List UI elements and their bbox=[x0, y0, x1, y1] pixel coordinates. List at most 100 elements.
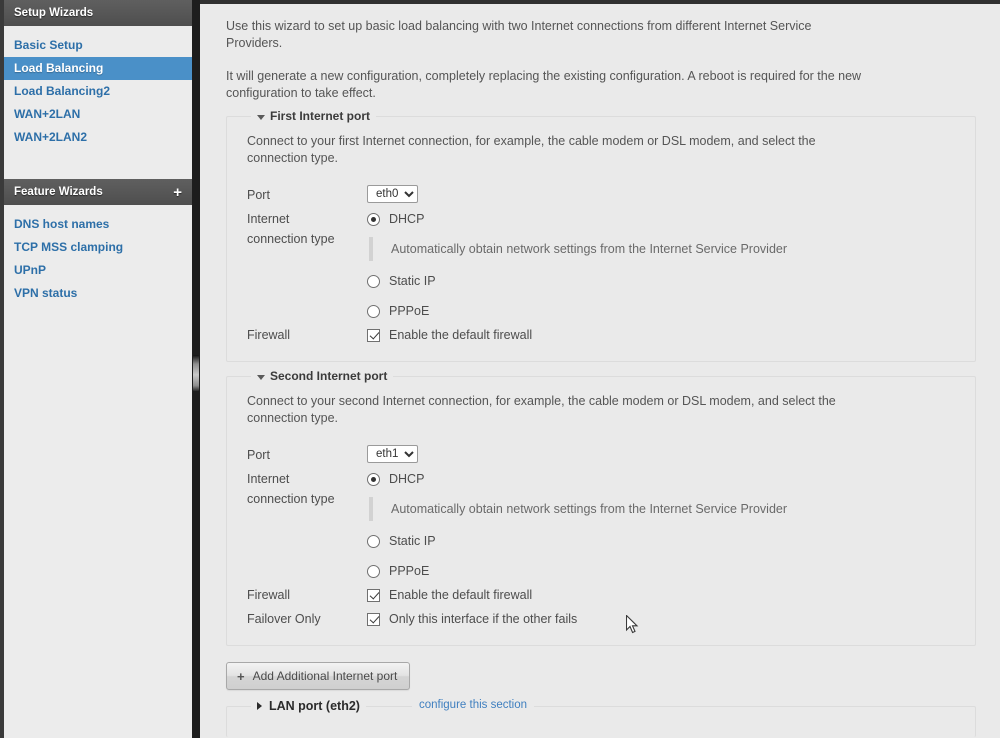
first-port-firewall-label: Firewall bbox=[247, 328, 291, 342]
first-port-row-port: Port eth0 eth1 eth2 bbox=[247, 185, 955, 205]
first-port-conn-type-options: DHCP Automatically obtain network settin… bbox=[367, 205, 955, 321]
first-port-static-label: Static IP bbox=[389, 274, 436, 288]
second-port-select-cell: eth1 eth0 eth2 bbox=[367, 445, 955, 465]
second-port-label: Port bbox=[247, 448, 270, 462]
second-port-row-port: Port eth1 eth0 eth2 bbox=[247, 445, 955, 465]
first-port-dhcp-hint-row: Automatically obtain network settings fr… bbox=[367, 237, 955, 261]
lan-port-legend-label: LAN port (eth2) bbox=[269, 699, 360, 713]
first-port-dhcp-radio[interactable] bbox=[367, 212, 380, 226]
first-port-dhcp-label: DHCP bbox=[389, 212, 425, 226]
feature-wizards-title: Feature Wizards bbox=[14, 186, 103, 198]
plus-icon: + bbox=[237, 668, 245, 684]
chevron-down-icon bbox=[257, 374, 265, 380]
intro-paragraph-1: Use this wizard to set up basic load bal… bbox=[226, 19, 812, 50]
first-port-row-conn-type: Internet connection type DHCP Automatica… bbox=[247, 205, 955, 321]
first-port-dhcp-option[interactable]: DHCP bbox=[367, 209, 955, 229]
lan-port-legend[interactable]: LAN port (eth2) bbox=[251, 699, 366, 713]
lan-port-configure-link[interactable]: configure this section bbox=[412, 699, 535, 711]
second-port-dhcp-option[interactable]: DHCP bbox=[367, 469, 955, 489]
sidebar-item-wan-2lan2[interactable]: WAN+2LAN2 bbox=[4, 126, 192, 149]
first-port-firewall-checkbox[interactable] bbox=[367, 328, 380, 342]
second-port-pppoe-label: PPPoE bbox=[389, 564, 430, 578]
second-port-row-firewall: Firewall Enable the default firewall bbox=[247, 581, 955, 605]
setup-wizards-header: Setup Wizards bbox=[4, 0, 192, 26]
second-port-dhcp-label: DHCP bbox=[389, 472, 425, 486]
indent-bar bbox=[369, 237, 373, 261]
first-port-static-radio[interactable] bbox=[367, 274, 380, 288]
second-port-row-failover: Failover Only Only this interface if the… bbox=[247, 605, 955, 629]
feature-wizards-list: DNS host names TCP MSS clamping UPnP VPN… bbox=[4, 205, 192, 313]
first-internet-port-legend[interactable]: First Internet port bbox=[251, 109, 377, 123]
first-port-static-option[interactable]: Static IP bbox=[367, 271, 955, 291]
first-port-conn-type-label: Internet connection type bbox=[247, 212, 335, 246]
second-port-firewall-checkbox[interactable] bbox=[367, 588, 380, 602]
second-port-select[interactable]: eth1 eth0 eth2 bbox=[367, 445, 418, 463]
second-port-firewall-option[interactable]: Enable the default firewall bbox=[367, 585, 955, 605]
first-port-firewall-cell: Enable the default firewall bbox=[367, 321, 955, 345]
second-port-static-label: Static IP bbox=[389, 534, 436, 548]
second-internet-port-legend-label: Second Internet port bbox=[270, 369, 388, 383]
second-port-failover-label: Failover Only bbox=[247, 612, 321, 626]
second-port-failover-checkbox[interactable] bbox=[367, 612, 380, 626]
first-port-label: Port bbox=[247, 188, 270, 202]
first-port-row-firewall: Firewall Enable the default firewall bbox=[247, 321, 955, 345]
second-port-dhcp-hint: Automatically obtain network settings fr… bbox=[391, 502, 788, 516]
add-additional-internet-port-label: Add Additional Internet port bbox=[252, 669, 398, 683]
sidebar-item-dns-host-names[interactable]: DNS host names bbox=[4, 213, 192, 236]
sidebar-item-wan-2lan[interactable]: WAN+2LAN bbox=[4, 103, 192, 126]
app-window: Setup Wizards Basic Setup Load Balancing… bbox=[0, 0, 1000, 738]
second-port-static-radio[interactable] bbox=[367, 534, 380, 548]
second-port-failover-checkbox-label: Only this interface if the other fails bbox=[389, 612, 578, 626]
first-port-firewall-option[interactable]: Enable the default firewall bbox=[367, 325, 955, 345]
chevron-down-icon bbox=[257, 114, 265, 120]
first-port-description: Connect to your first Internet connectio… bbox=[247, 134, 816, 165]
first-port-dhcp-hint: Automatically obtain network settings fr… bbox=[391, 242, 788, 256]
second-port-conn-type-options: DHCP Automatically obtain network settin… bbox=[367, 465, 955, 581]
second-port-description: Connect to your second Internet connecti… bbox=[247, 394, 836, 425]
first-internet-port-legend-label: First Internet port bbox=[270, 109, 371, 123]
main-content: Use this wizard to set up basic load bal… bbox=[200, 0, 1000, 738]
intro-paragraph-2: It will generate a new configuration, co… bbox=[226, 69, 862, 100]
second-port-row-conn-type: Internet connection type DHCP Automatica… bbox=[247, 465, 955, 581]
second-port-dhcp-radio[interactable] bbox=[367, 472, 380, 486]
sidebar-item-basic-setup[interactable]: Basic Setup bbox=[4, 34, 192, 57]
second-port-pppoe-option[interactable]: PPPoE bbox=[367, 561, 955, 581]
sidebar-item-load-balancing2[interactable]: Load Balancing2 bbox=[4, 80, 192, 103]
second-port-static-option[interactable]: Static IP bbox=[367, 531, 955, 551]
second-port-pppoe-radio[interactable] bbox=[367, 564, 380, 578]
add-additional-internet-port-button[interactable]: + Add Additional Internet port bbox=[226, 662, 411, 690]
chevron-right-icon bbox=[257, 702, 262, 710]
first-port-select-cell: eth0 eth1 eth2 bbox=[367, 185, 955, 205]
second-port-firewall-label: Firewall bbox=[247, 588, 291, 602]
feature-wizards-header: Feature Wizards + bbox=[4, 179, 192, 205]
setup-wizards-title: Setup Wizards bbox=[14, 7, 94, 19]
second-port-failover-option[interactable]: Only this interface if the other fails bbox=[367, 609, 955, 629]
second-port-conn-type-label: Internet connection type bbox=[247, 472, 335, 506]
sidebar-item-load-balancing[interactable]: Load Balancing bbox=[4, 57, 192, 80]
first-port-select[interactable]: eth0 eth1 eth2 bbox=[367, 185, 418, 203]
vertical-scrollbar[interactable] bbox=[192, 0, 200, 738]
sidebar-filler bbox=[4, 313, 192, 713]
second-port-failover-cell: Only this interface if the other fails bbox=[367, 605, 955, 629]
second-internet-port-section: Second Internet port Connect to your sec… bbox=[226, 369, 976, 646]
add-feature-wizard-icon[interactable]: + bbox=[173, 185, 182, 200]
sidebar-item-upnp[interactable]: UPnP bbox=[4, 259, 192, 282]
second-port-firewall-cell: Enable the default firewall bbox=[367, 581, 955, 605]
second-port-dhcp-hint-row: Automatically obtain network settings fr… bbox=[367, 497, 955, 521]
sidebar: Setup Wizards Basic Setup Load Balancing… bbox=[4, 0, 193, 738]
scrollbar-thumb[interactable] bbox=[193, 355, 199, 391]
first-port-firewall-checkbox-label: Enable the default firewall bbox=[389, 328, 533, 342]
first-port-pppoe-option[interactable]: PPPoE bbox=[367, 301, 955, 321]
second-port-form: Port eth1 eth0 eth2 Internet connection … bbox=[247, 445, 955, 629]
first-internet-port-section: First Internet port Connect to your firs… bbox=[226, 109, 976, 362]
first-port-pppoe-label: PPPoE bbox=[389, 304, 430, 318]
second-port-firewall-checkbox-label: Enable the default firewall bbox=[389, 588, 533, 602]
sidebar-item-tcp-mss-clamping[interactable]: TCP MSS clamping bbox=[4, 236, 192, 259]
first-port-pppoe-radio[interactable] bbox=[367, 304, 380, 318]
second-internet-port-legend[interactable]: Second Internet port bbox=[251, 369, 394, 383]
first-port-form: Port eth0 eth1 eth2 Internet connection … bbox=[247, 185, 955, 345]
setup-wizards-list: Basic Setup Load Balancing Load Balancin… bbox=[4, 26, 192, 157]
indent-bar bbox=[369, 497, 373, 521]
sidebar-item-vpn-status[interactable]: VPN status bbox=[4, 282, 192, 305]
